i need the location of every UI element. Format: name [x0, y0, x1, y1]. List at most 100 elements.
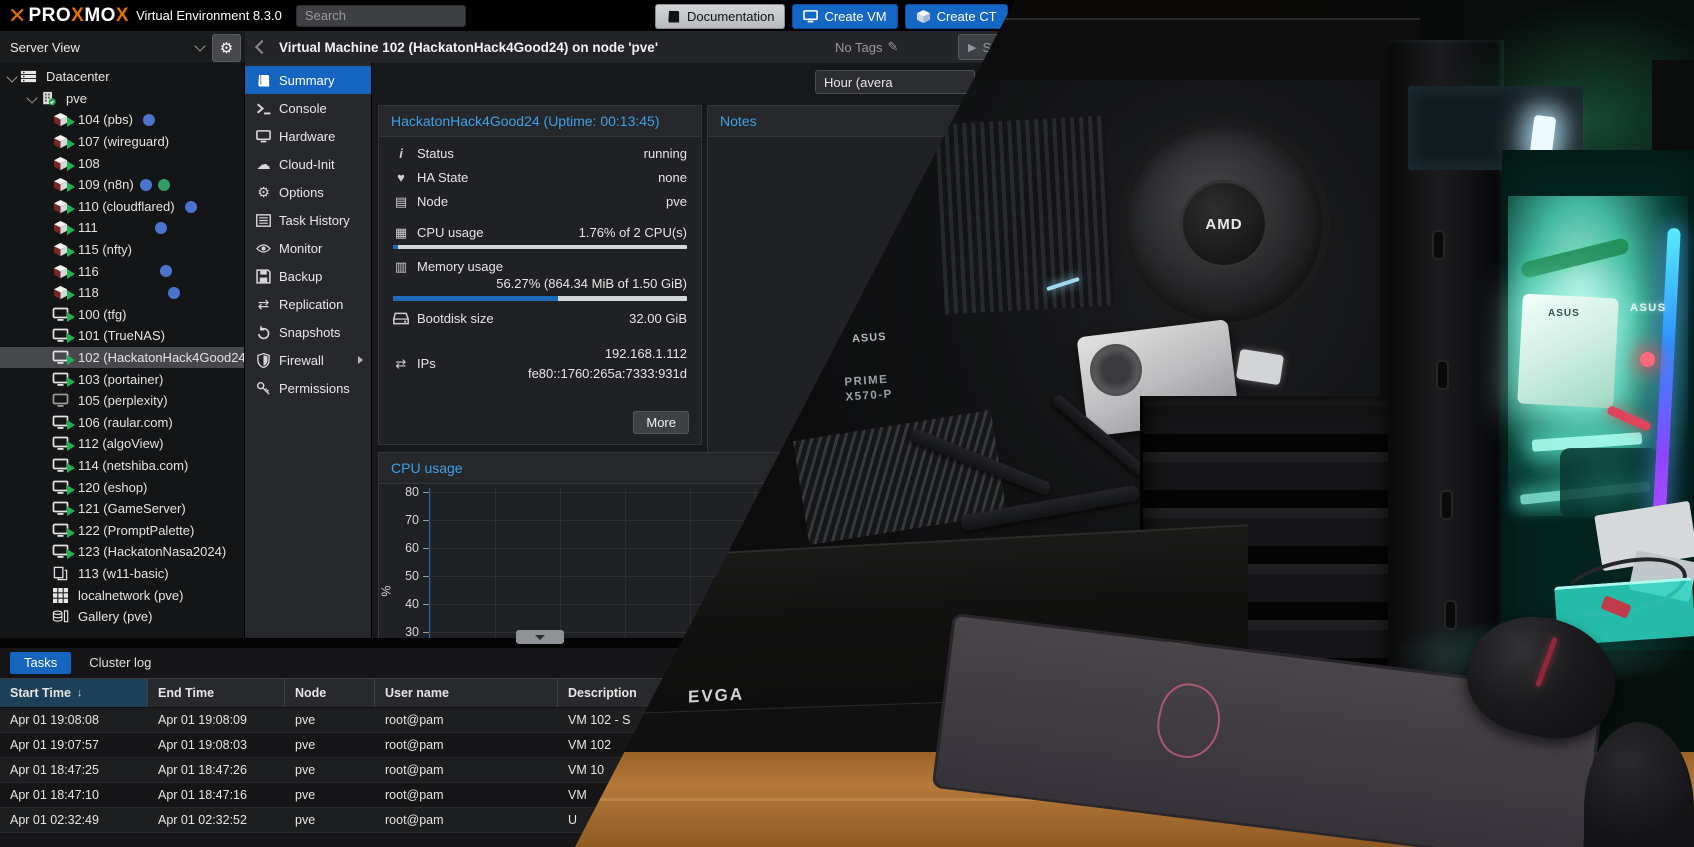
vm-icon	[52, 371, 72, 388]
tab-cluster-log[interactable]: Cluster log	[75, 652, 165, 674]
book-icon	[256, 73, 271, 88]
task-cell: root@pam	[375, 758, 558, 782]
tree-item-gallery[interactable]: Gallery (pve)	[0, 606, 244, 628]
server-view-label: Server View	[10, 40, 80, 55]
tree-item-121[interactable]: 121 (GameServer)	[0, 498, 244, 520]
tab-tasks[interactable]: Tasks	[10, 652, 71, 674]
info-icon: i	[393, 146, 409, 161]
running-badge	[67, 290, 75, 300]
running-badge	[67, 485, 75, 495]
menu-item-label: Options	[279, 185, 324, 200]
create-ct-button[interactable]: Create CT	[905, 4, 1008, 29]
splitter-handle[interactable]	[516, 630, 564, 644]
task-cell: root@pam	[375, 733, 558, 757]
tree-item-104[interactable]: 104 (pbs)	[0, 109, 244, 131]
menu-item-options[interactable]: ⚙ Options	[245, 178, 371, 206]
menu-item-label: Task History	[279, 213, 350, 228]
gridline	[560, 488, 561, 639]
tree-item-102[interactable]: 102 (HackatonHack4Good24)	[0, 347, 244, 369]
time-range-select[interactable]: Hour (avera	[815, 70, 975, 94]
vm-icon	[52, 543, 72, 560]
vm-title: Virtual Machine 102 (HackatonHack4Good24…	[279, 40, 658, 55]
task-cell: Apr 01 19:08:03	[148, 733, 285, 757]
tags-area[interactable]: No Tags ✎	[835, 39, 898, 55]
menu-item-backup[interactable]: Backup	[245, 262, 371, 290]
menu-item-firewall[interactable]: Firewall	[245, 346, 371, 374]
task-cell: Apr 01 02:32:49	[0, 808, 148, 832]
menu-item-task-history[interactable]: Task History	[245, 206, 371, 234]
running-badge	[67, 333, 75, 343]
tag-dot-blue	[160, 265, 172, 277]
summary-panel-title: HackatonHack4Good24 (Uptime: 00:13:45)	[379, 106, 701, 137]
tree-item-113[interactable]: 113 (w11-basic)	[0, 563, 244, 585]
tree-item-109[interactable]: 109 (n8n)	[0, 174, 244, 196]
tree-item-116[interactable]: 116	[0, 260, 244, 282]
tree-item-106[interactable]: 106 (raular.com)	[0, 412, 244, 434]
tree-item-101[interactable]: 101 (TrueNAS)	[0, 325, 244, 347]
menu-item-snapshots[interactable]: Snapshots	[245, 318, 371, 346]
tree-item-108[interactable]: 108	[0, 152, 244, 174]
tree-item-118[interactable]: 118	[0, 282, 244, 304]
tree-item-111[interactable]: 111	[0, 217, 244, 239]
tree-item-110[interactable]: 110 (cloudflared)	[0, 196, 244, 218]
column-header-node[interactable]: Node	[285, 679, 375, 707]
gear-icon: ⚙	[256, 185, 271, 200]
menu-item-hardware[interactable]: Hardware	[245, 122, 371, 150]
ip-v4: 192.168.1.112	[605, 346, 687, 361]
menu-item-replication[interactable]: ⇄Replication	[245, 290, 371, 318]
server-view-selector[interactable]: Server View ⚙	[0, 31, 246, 64]
menu-item-summary[interactable]: Summary	[245, 66, 371, 94]
menu-item-monitor[interactable]: Monitor	[245, 234, 371, 262]
tree-item-datacenter[interactable]: Datacenter	[0, 66, 244, 88]
search-input[interactable]	[296, 5, 466, 27]
red-led	[1640, 352, 1655, 367]
create-vm-button[interactable]: Create VM	[792, 4, 897, 29]
tree-item-120[interactable]: 120 (eshop)	[0, 476, 244, 498]
monitor-icon	[256, 129, 271, 144]
vm-stopped-icon	[52, 392, 72, 409]
tree-item-112[interactable]: 112 (algoView)	[0, 433, 244, 455]
menu-item-label: Firewall	[279, 353, 324, 368]
running-badge	[67, 506, 75, 516]
sidebar-gear-button[interactable]: ⚙	[212, 34, 241, 62]
motherboard-brand-text: ASUS	[852, 331, 887, 345]
tree-item-103[interactable]: 103 (portainer)	[0, 368, 244, 390]
column-header-end-time[interactable]: End Time	[148, 679, 285, 707]
tree-item-123[interactable]: 123 (HackatonNasa2024)	[0, 541, 244, 563]
tree-item-107[interactable]: 107 (wireguard)	[0, 131, 244, 153]
chevron-down-icon	[194, 40, 205, 51]
tree-item-115[interactable]: 115 (nfty)	[0, 239, 244, 261]
menu-item-label: Replication	[279, 297, 343, 312]
running-badge	[67, 312, 75, 322]
task-cell: Apr 01 19:08:08	[0, 708, 148, 732]
menu-item-label: Console	[279, 101, 327, 116]
tree-item-label: Datacenter	[46, 69, 110, 84]
floppy-icon	[256, 269, 271, 284]
axis-tick	[423, 632, 429, 633]
tree-item-localnetwork[interactable]: localnetwork (pve)	[0, 584, 244, 606]
ha-value: none	[658, 170, 687, 185]
vm-icon	[52, 306, 72, 323]
tree-item-100[interactable]: 100 (tfg)	[0, 304, 244, 326]
tree-item-label: 109 (n8n)	[78, 177, 134, 192]
documentation-button[interactable]: Documentation	[655, 4, 785, 29]
more-button[interactable]: More	[633, 411, 689, 434]
tree-item-pve[interactable]: pve	[0, 88, 244, 110]
back-chevron-icon[interactable]	[255, 40, 269, 54]
eye-icon	[256, 241, 271, 256]
task-cell: Apr 01 02:32:52	[148, 808, 285, 832]
menu-item-cloud-init[interactable]: ☁Cloud-Init	[245, 150, 371, 178]
ct-icon	[52, 133, 72, 150]
menu-item-console[interactable]: Console	[245, 94, 371, 122]
menu-item-permissions[interactable]: Permissions	[245, 374, 371, 402]
tree-item-114[interactable]: 114 (netshiba.com)	[0, 455, 244, 477]
running-badge	[67, 182, 75, 192]
tree-item-122[interactable]: 122 (PromptPalette)	[0, 519, 244, 541]
tree-item-105[interactable]: 105 (perplexity)	[0, 390, 244, 412]
template-icon	[52, 565, 72, 582]
column-header-user-name[interactable]: User name	[375, 679, 558, 707]
task-cell: Apr 01 18:47:10	[0, 783, 148, 807]
tree-item-label: 120 (eshop)	[78, 480, 147, 495]
key-icon	[256, 381, 271, 396]
column-header-start-time[interactable]: Start Time↓	[0, 679, 148, 707]
